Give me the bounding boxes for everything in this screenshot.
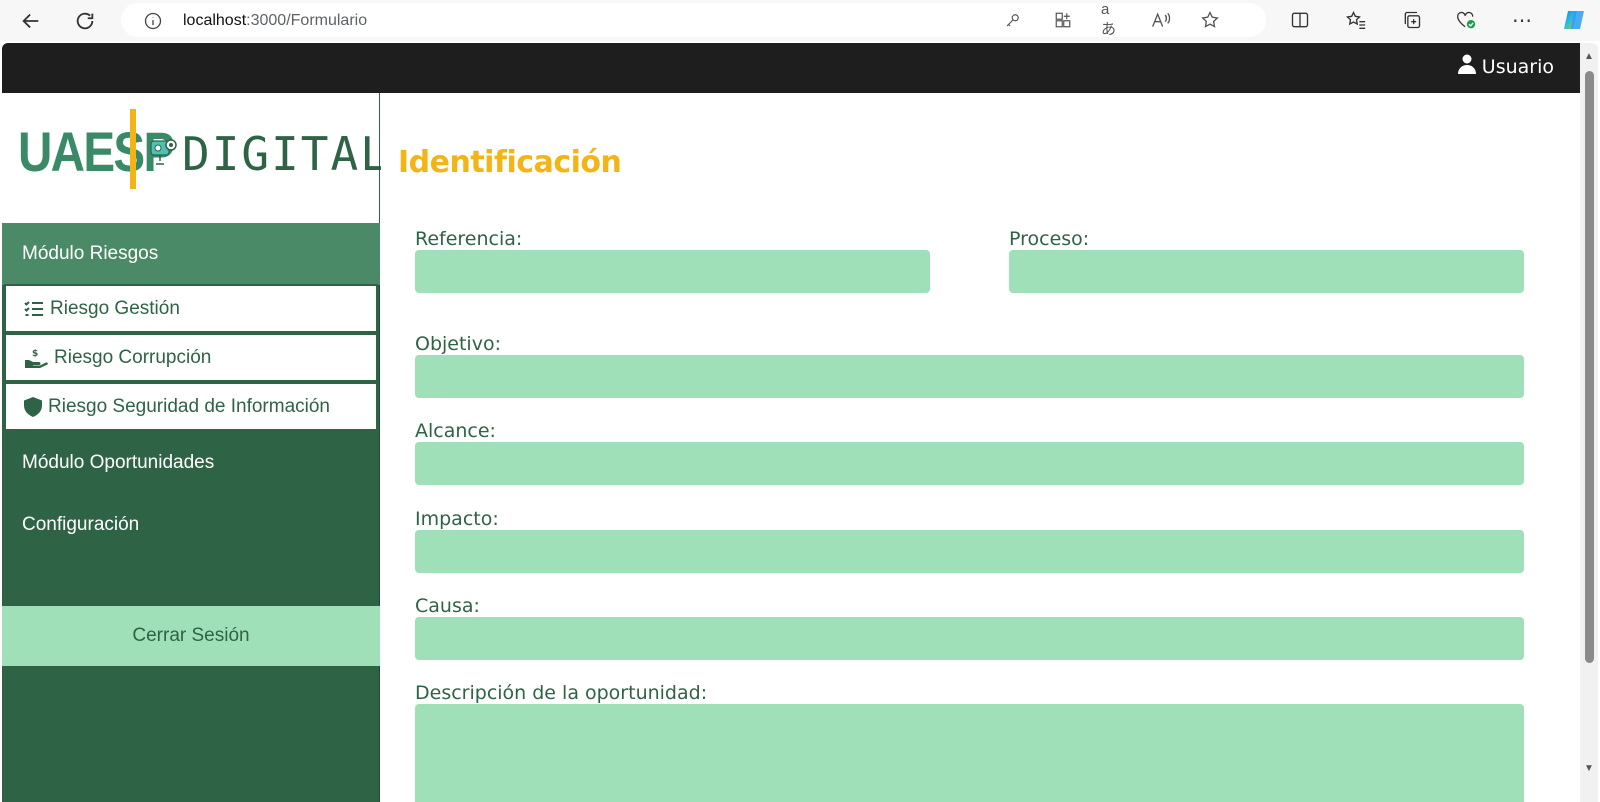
svg-text:$: $ bbox=[32, 349, 38, 359]
checklist-icon bbox=[24, 300, 44, 318]
browser-toolbar: localhost:3000/Formulario aあ ⋯ bbox=[0, 0, 1600, 41]
favorite-star-icon[interactable] bbox=[1200, 10, 1220, 30]
collections-icon[interactable] bbox=[1400, 8, 1424, 32]
translate-icon[interactable]: aあ bbox=[1101, 1, 1121, 38]
sidebar-item-riesgo-corrupcion[interactable]: $ Riesgo Corrupción bbox=[4, 333, 378, 382]
app-topbar: Usuario bbox=[2, 43, 1580, 93]
read-aloud-icon[interactable] bbox=[1151, 10, 1171, 30]
browser-essentials-icon[interactable] bbox=[1454, 8, 1478, 32]
logo[interactable]: UAESP DIGITAL bbox=[2, 93, 388, 225]
proceso-label: Proceso: bbox=[1009, 228, 1090, 250]
sidebar-item-riesgo-gestion[interactable]: Riesgo Gestión bbox=[4, 284, 378, 333]
scroll-thumb[interactable] bbox=[1585, 71, 1594, 663]
sidebar-item-riesgo-seguridad[interactable]: Riesgo Seguridad de Información bbox=[4, 382, 378, 431]
causa-input[interactable] bbox=[415, 617, 1524, 660]
scroll-up-icon[interactable]: ▲ bbox=[1584, 52, 1594, 62]
scroll-down-icon[interactable]: ▼ bbox=[1584, 764, 1594, 774]
copilot-icon[interactable] bbox=[1562, 8, 1586, 32]
app-grid-icon[interactable] bbox=[1053, 10, 1073, 30]
causa-label: Causa: bbox=[415, 595, 480, 617]
objetivo-label: Objetivo: bbox=[415, 333, 501, 355]
app-window: Usuario UAESP DIGITAL Módulo Riesgos Rie… bbox=[2, 43, 1598, 802]
module-oportunidades[interactable]: Módulo Oportunidades bbox=[2, 432, 380, 494]
address-bar[interactable]: localhost:3000/Formulario aあ bbox=[121, 1, 1266, 38]
sidebar: UAESP DIGITAL Módulo Riesgos Riesgo Gest… bbox=[2, 93, 388, 802]
refresh-icon[interactable] bbox=[72, 8, 98, 34]
proceso-input[interactable] bbox=[1009, 250, 1524, 293]
logout-button[interactable]: Cerrar Sesión bbox=[2, 606, 380, 666]
descripcion-textarea[interactable] bbox=[415, 704, 1524, 802]
more-options-icon[interactable]: ⋯ bbox=[1510, 8, 1534, 32]
user-label: Usuario bbox=[1481, 55, 1554, 78]
impacto-label: Impacto: bbox=[415, 508, 499, 530]
url-text: localhost:3000/Formulario bbox=[183, 12, 367, 30]
alcance-label: Alcance: bbox=[415, 420, 496, 442]
main-content: Identificación Referencia: Proceso: Obje… bbox=[381, 93, 1580, 802]
site-info-icon[interactable] bbox=[143, 11, 163, 36]
hand-coin-icon: $ bbox=[24, 348, 48, 368]
key-icon[interactable] bbox=[1003, 10, 1023, 30]
back-arrow-icon[interactable] bbox=[18, 8, 44, 34]
split-screen-icon[interactable] bbox=[1288, 8, 1312, 32]
page-title: Identificación bbox=[398, 145, 622, 180]
objetivo-input[interactable] bbox=[415, 355, 1524, 398]
module-riesgos[interactable]: Módulo Riesgos bbox=[2, 223, 380, 285]
user-icon bbox=[1457, 54, 1476, 79]
sidebar-item-label: Riesgo Seguridad de Información bbox=[48, 395, 331, 417]
logo-digital-text: DIGITAL bbox=[182, 127, 390, 181]
url-path: :3000/Formulario bbox=[246, 12, 368, 29]
sidebar-item-configuracion[interactable]: Configuración bbox=[2, 494, 380, 556]
descripcion-label: Descripción de la oportunidad: bbox=[415, 682, 708, 704]
alcance-input[interactable] bbox=[415, 442, 1524, 485]
favorites-icon[interactable] bbox=[1344, 8, 1368, 32]
user-menu-button[interactable]: Usuario bbox=[1457, 54, 1554, 79]
url-host: localhost bbox=[183, 12, 247, 29]
shield-icon bbox=[24, 396, 42, 417]
referencia-label: Referencia: bbox=[415, 228, 523, 250]
referencia-input[interactable] bbox=[415, 250, 930, 293]
sidebar-item-label: Riesgo Corrupción bbox=[54, 346, 212, 368]
sidebar-item-label: Riesgo Gestión bbox=[50, 297, 180, 319]
logo-divider bbox=[130, 109, 136, 189]
page-scrollbar[interactable]: ▲ ▼ bbox=[1580, 43, 1598, 802]
impacto-input[interactable] bbox=[415, 530, 1524, 573]
camera-robot-icon bbox=[150, 137, 178, 172]
